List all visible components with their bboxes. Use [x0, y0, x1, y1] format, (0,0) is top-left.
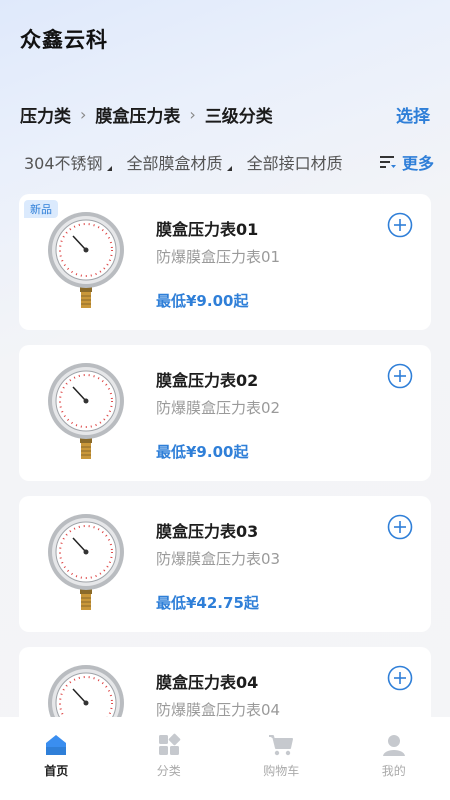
- filter-sort-icon: [379, 156, 396, 168]
- bottom-tab-bar: 首页 分类 购物车 我的: [0, 717, 450, 800]
- filter-connector-material[interactable]: 全部接口材质: [247, 150, 343, 174]
- pressure-gauge-image: [48, 212, 124, 308]
- product-subtitle: 防爆膜盒压力表01: [156, 248, 281, 266]
- filter-label: 全部接口材质: [246, 154, 343, 173]
- product-name: 膜盒压力表01: [156, 220, 259, 239]
- product-price: 最低¥42.75起: [156, 594, 259, 612]
- tab-label: 首页: [44, 764, 69, 778]
- chevron-right-icon: ›: [189, 105, 196, 124]
- product-price: 最低¥9.00起: [156, 292, 249, 310]
- profile-icon: [382, 735, 405, 756]
- tab-label: 我的: [381, 764, 406, 778]
- dropdown-triangle-icon: [106, 166, 112, 171]
- more-label: 更多: [401, 154, 434, 173]
- tab-profile[interactable]: 我的: [338, 717, 450, 800]
- breadcrumb-item-gauge[interactable]: 膜盒压力表: [95, 102, 180, 127]
- cart-icon: [269, 735, 294, 756]
- add-circle-icon[interactable]: [387, 212, 413, 238]
- more-filters-button[interactable]: 更多: [379, 150, 434, 174]
- tab-home[interactable]: 首页: [0, 717, 113, 800]
- pressure-gauge-image: [48, 514, 124, 610]
- filter-capsule-material[interactable]: 全部膜盒材质: [127, 150, 232, 174]
- product-card[interactable]: 膜盒压力表02 防爆膜盒压力表02 最低¥9.00起: [19, 345, 431, 481]
- breadcrumb-item-pressure[interactable]: 压力类: [20, 102, 71, 127]
- product-name: 膜盒压力表03: [156, 522, 259, 541]
- category-icon: [158, 733, 180, 755]
- add-circle-icon[interactable]: [387, 514, 413, 540]
- product-subtitle: 防爆膜盒压力表03: [156, 550, 281, 568]
- pressure-gauge-image: [48, 363, 124, 459]
- breadcrumb-item-level3[interactable]: 三级分类: [205, 102, 273, 127]
- breadcrumb: 压力类 › 膜盒压力表 › 三级分类 选择: [20, 102, 430, 127]
- select-button[interactable]: 选择: [396, 102, 430, 127]
- filter-material[interactable]: 304不锈钢: [24, 150, 112, 174]
- add-circle-icon[interactable]: [387, 363, 413, 389]
- filter-label: 304不锈钢: [24, 154, 103, 173]
- tab-category[interactable]: 分类: [113, 717, 226, 800]
- product-card[interactable]: 新品 膜盒压力表01 防爆膜盒压力表01 最低¥9.00起: [19, 194, 431, 330]
- filter-bar: 304不锈钢 全部膜盒材质 全部接口材质 更多: [24, 150, 434, 174]
- home-icon: [46, 735, 67, 755]
- product-subtitle: 防爆膜盒压力表02: [156, 399, 281, 417]
- app-title: 众鑫云科: [20, 28, 108, 52]
- chevron-right-icon: ›: [80, 105, 87, 124]
- product-price: 最低¥9.00起: [156, 443, 249, 461]
- product-card[interactable]: 膜盒压力表03 防爆膜盒压力表03 最低¥42.75起: [19, 496, 431, 632]
- product-name: 膜盒压力表02: [156, 371, 259, 390]
- product-name: 膜盒压力表04: [156, 673, 259, 692]
- tab-label: 分类: [156, 764, 181, 778]
- filter-label: 全部膜盒材质: [126, 154, 223, 173]
- tab-label: 购物车: [263, 764, 300, 778]
- dropdown-triangle-icon: [226, 166, 232, 171]
- tab-cart[interactable]: 购物车: [225, 717, 338, 800]
- add-circle-icon[interactable]: [387, 665, 413, 691]
